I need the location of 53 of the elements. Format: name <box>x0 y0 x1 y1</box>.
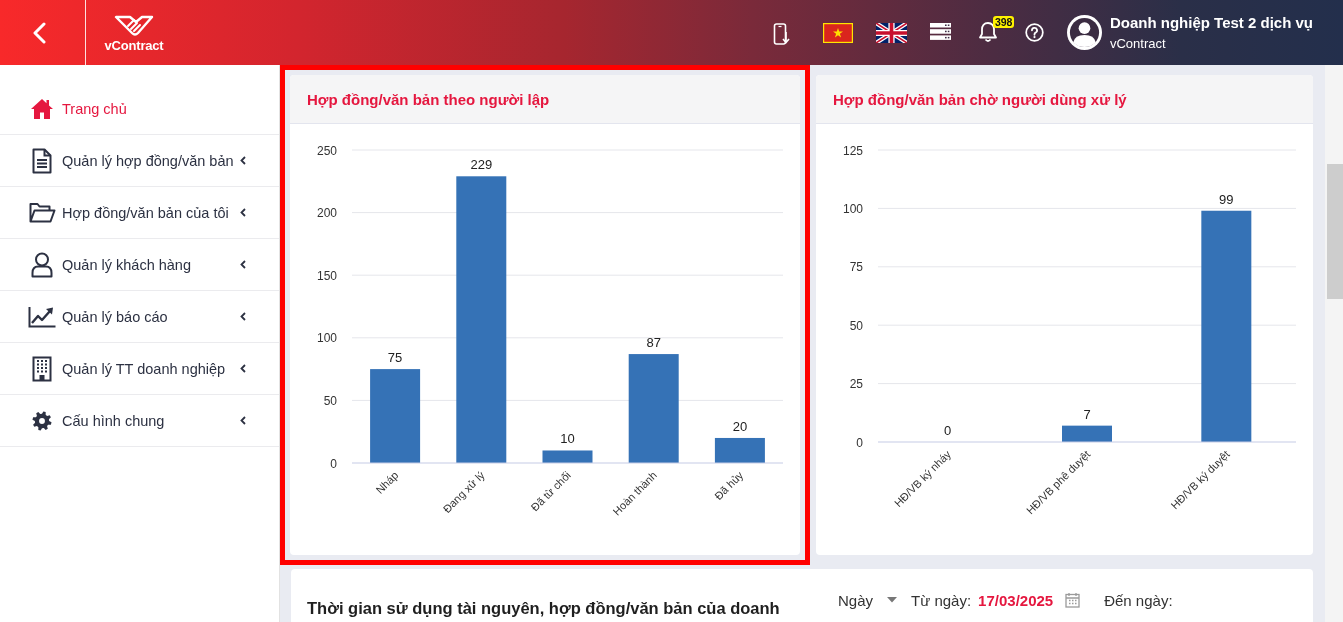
axis-tick-label: 0 <box>856 435 863 450</box>
category-label: Đã hủy <box>712 468 746 503</box>
axis-tick-label: 0 <box>330 456 337 471</box>
from-date-label: Từ ngày: <box>911 591 972 609</box>
data-label: 20 <box>732 418 748 434</box>
card-title: Hợp đồng/văn bản chờ người dùng xử lý <box>833 90 1127 108</box>
data-label: 10 <box>560 431 575 447</box>
calendar-icon <box>1065 592 1081 608</box>
avatar-icon[interactable] <box>1066 15 1102 50</box>
from-date-field[interactable]: 17/03/2025 <box>978 589 1081 611</box>
organization-name: vContract <box>1109 36 1167 51</box>
server-icon[interactable] <box>929 22 951 40</box>
period-select[interactable]: Ngày <box>830 589 902 611</box>
building-icon <box>32 355 52 382</box>
folder-icon <box>28 201 56 224</box>
person-icon <box>31 251 53 278</box>
uk-flag-icon[interactable] <box>875 22 907 43</box>
axis-tick-label: 125 <box>842 143 863 158</box>
axis-tick-label: 100 <box>316 331 337 346</box>
bar <box>714 437 765 463</box>
data-label: 99 <box>1219 191 1234 207</box>
data-label: 75 <box>387 350 403 366</box>
help-icon[interactable] <box>1024 23 1044 42</box>
axis-tick-label: 250 <box>316 143 337 158</box>
axis-tick-label: 50 <box>849 318 863 333</box>
logo-text: vContract <box>104 38 164 53</box>
to-date-label: Đến ngày: <box>1104 591 1173 609</box>
user-name: Doanh nghiệp Test 2 dịch vụ <box>1109 14 1313 32</box>
gear-icon <box>31 409 53 432</box>
data-label: 0 <box>944 423 952 438</box>
logo-icon <box>114 14 154 37</box>
scrollbar[interactable] <box>1325 65 1343 622</box>
axis-tick-label: 75 <box>849 260 863 275</box>
data-label: 229 <box>470 157 493 173</box>
card-title: Hợp đồng/văn bản theo người lập <box>307 90 550 108</box>
data-label: 7 <box>1083 406 1091 422</box>
category-label: Đã từ chối <box>528 468 573 514</box>
caret-down-icon <box>887 597 898 603</box>
data-label: 87 <box>646 335 661 351</box>
phone-download-icon[interactable] <box>772 22 791 45</box>
panel-title: Thời gian sử dụng tài nguyên, hợp đồng/văn bản của doanh <box>307 598 781 618</box>
vietnam-flag-icon[interactable] <box>822 22 853 43</box>
notification-badge: 398 <box>992 15 1015 28</box>
axis-tick-label: 200 <box>316 206 337 221</box>
axis-tick-label: 150 <box>316 268 337 283</box>
axis-tick-label: 25 <box>849 377 863 392</box>
axis-tick-label: 100 <box>842 201 863 216</box>
axis-tick-label: 50 <box>323 393 337 408</box>
home-icon <box>30 97 54 120</box>
chevron-left-icon <box>32 21 47 44</box>
line-chart-icon <box>28 305 56 328</box>
document-icon <box>32 147 52 174</box>
scrollbar-thumb[interactable] <box>1327 164 1343 299</box>
